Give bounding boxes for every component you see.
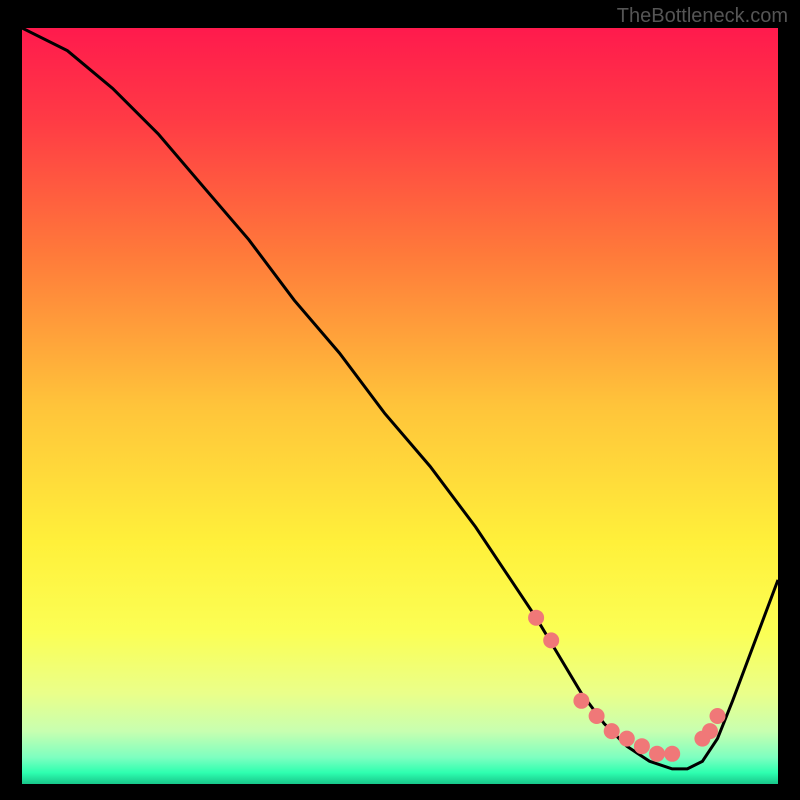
curve-marker (710, 708, 726, 724)
curve-marker (619, 731, 635, 747)
curve-marker (649, 746, 665, 762)
chart-plot-area (22, 28, 778, 784)
curve-marker (528, 610, 544, 626)
curve-marker (702, 723, 718, 739)
curve-marker (543, 632, 559, 648)
curve-marker (604, 723, 620, 739)
curve-marker (634, 738, 650, 754)
curve-marker (589, 708, 605, 724)
chart-svg (22, 28, 778, 784)
curve-marker (573, 693, 589, 709)
gradient-background (22, 28, 778, 784)
curve-marker (664, 746, 680, 762)
watermark-text: TheBottleneck.com (617, 5, 788, 28)
